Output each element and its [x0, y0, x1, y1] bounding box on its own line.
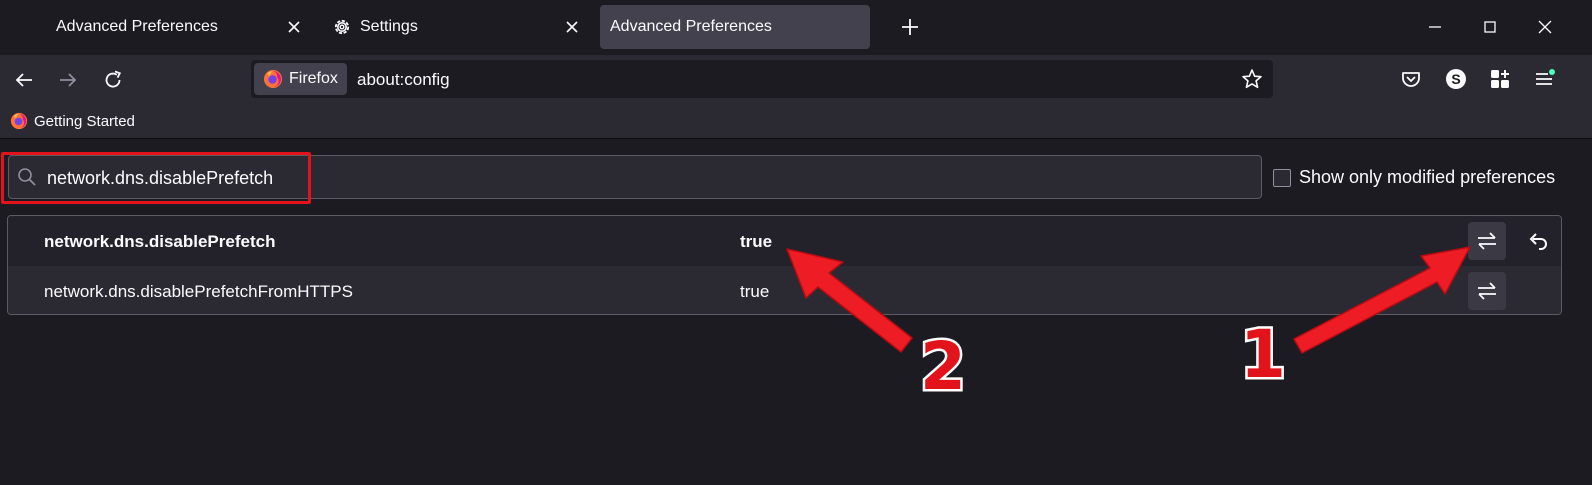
- forward-arrow-icon[interactable]: [56, 68, 80, 92]
- account-initial: S: [1451, 71, 1460, 87]
- tab-advanced-preferences-active[interactable]: Advanced Preferences: [600, 5, 870, 49]
- toggle-arrows-icon: [1478, 232, 1496, 250]
- reset-undo-icon[interactable]: [1526, 229, 1550, 253]
- close-icon[interactable]: [562, 17, 582, 37]
- extensions-icon[interactable]: [1488, 67, 1512, 91]
- identity-label: Firefox: [289, 70, 338, 87]
- bookmark-getting-started[interactable]: Getting Started: [10, 112, 135, 130]
- new-tab-plus-icon[interactable]: [899, 16, 921, 38]
- account-avatar-icon[interactable]: S: [1444, 67, 1468, 91]
- bookmark-star-icon[interactable]: [1241, 68, 1263, 90]
- close-icon[interactable]: [284, 17, 304, 37]
- tab-advanced-preferences-1[interactable]: Advanced Preferences: [44, 5, 314, 49]
- maximize-icon[interactable]: [1478, 15, 1502, 39]
- pref-value: true: [740, 232, 773, 251]
- tab-title: Advanced Preferences: [610, 18, 772, 35]
- show-modified-label: Show only modified preferences: [1299, 167, 1556, 187]
- toggle-button[interactable]: [1468, 272, 1506, 310]
- gear-icon: [332, 17, 352, 37]
- tab-settings[interactable]: Settings: [322, 5, 592, 49]
- back-arrow-icon[interactable]: [12, 68, 36, 92]
- toggle-arrows-icon: [1478, 282, 1496, 300]
- table-row[interactable]: network.dns.disablePrefetch true: [8, 216, 1561, 266]
- show-modified-checkbox[interactable]: [1273, 168, 1291, 187]
- url-text[interactable]: about:config: [357, 70, 450, 90]
- table-row[interactable]: network.dns.disablePrefetchFromHTTPS tru…: [8, 266, 1561, 314]
- pref-name: network.dns.disablePrefetch: [44, 232, 276, 251]
- pocket-icon[interactable]: [1399, 67, 1423, 91]
- reload-icon[interactable]: [101, 68, 125, 92]
- tab-title: Advanced Preferences: [56, 18, 218, 35]
- pref-name: network.dns.disablePrefetchFromHTTPS: [44, 282, 353, 301]
- identity-box[interactable]: Firefox: [254, 63, 347, 95]
- search-highlight-box: [1, 152, 311, 204]
- toggle-button[interactable]: [1468, 222, 1506, 260]
- tab-strip: Advanced Preferences Settings Advanced P…: [0, 0, 1592, 55]
- bookmark-label: Getting Started: [34, 112, 135, 130]
- bookmarks-toolbar: Getting Started: [0, 105, 1592, 139]
- close-window-icon[interactable]: [1533, 15, 1557, 39]
- show-modified-toggle[interactable]: Show only modified preferences: [1273, 167, 1555, 188]
- firefox-icon: [263, 69, 283, 89]
- about-config-page: network.dns.disablePrefetch Show only mo…: [0, 139, 1592, 485]
- preferences-table: network.dns.disablePrefetch true network…: [7, 215, 1562, 315]
- url-bar[interactable]: Firefox about:config: [251, 60, 1273, 98]
- minimize-icon[interactable]: [1423, 15, 1447, 39]
- firefox-icon: [10, 112, 28, 130]
- app-menu-icon[interactable]: [1532, 67, 1556, 91]
- nav-bar: Firefox about:config S: [0, 55, 1592, 105]
- tab-title: Settings: [360, 18, 418, 35]
- pref-value: true: [740, 282, 770, 301]
